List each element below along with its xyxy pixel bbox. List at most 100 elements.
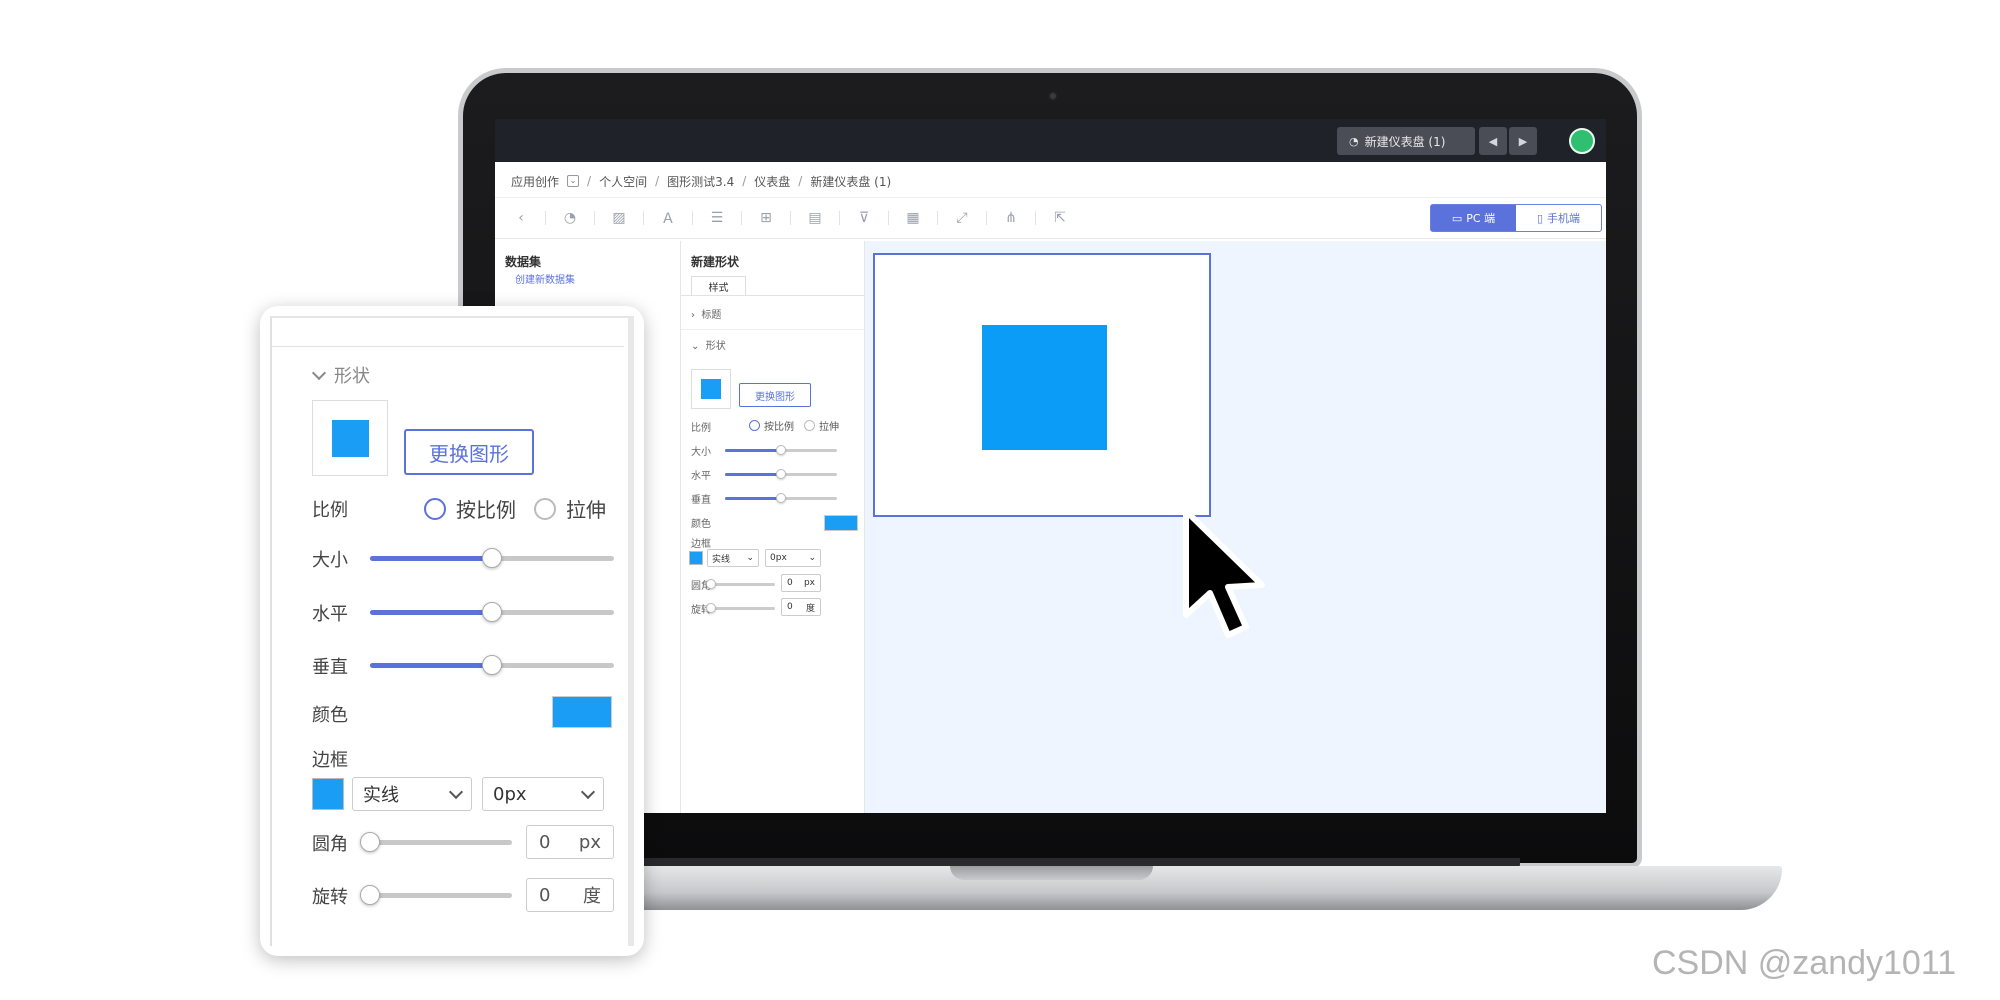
vertical-slider-handle[interactable] bbox=[482, 655, 502, 675]
border-color-swatch[interactable] bbox=[689, 551, 703, 565]
breadcrumb: 应用创作 ⌄ / 个人空间 / 图形测试3.4 / 仪表盘 / 新建仪表盘 (1… bbox=[511, 171, 891, 191]
shape-section-toggle[interactable]: ⌄ 形状 bbox=[691, 337, 726, 352]
component-icon[interactable]: ⊞ bbox=[756, 208, 776, 228]
shape-preview bbox=[312, 400, 388, 476]
rotate-value: 0 bbox=[787, 602, 793, 612]
table-icon[interactable]: ▦ bbox=[903, 208, 923, 228]
mouse-cursor-icon bbox=[1183, 508, 1265, 638]
size-slider-handle[interactable] bbox=[776, 445, 786, 455]
border-color-swatch[interactable] bbox=[312, 778, 344, 810]
radius-input[interactable]: 0 px bbox=[781, 574, 821, 592]
radio-proportional[interactable] bbox=[749, 420, 760, 431]
create-dataset-link[interactable]: 创建新数据集 bbox=[515, 271, 575, 286]
size-slider[interactable] bbox=[370, 548, 614, 568]
shape-section-label: 形状 bbox=[705, 341, 726, 352]
border-style-select[interactable]: 实线 ⌄ bbox=[707, 549, 759, 567]
back-icon[interactable]: ‹ bbox=[511, 208, 531, 228]
pc-mode-button[interactable]: ▭ PC 端 bbox=[1431, 205, 1516, 231]
horizontal-slider[interactable] bbox=[370, 602, 614, 622]
shape-section-label: 形状 bbox=[334, 366, 370, 387]
square-shape[interactable] bbox=[982, 325, 1107, 450]
chevron-down-icon bbox=[580, 784, 596, 799]
list-icon[interactable]: ☰ bbox=[707, 208, 727, 228]
change-shape-button[interactable]: 更换图形 bbox=[404, 429, 534, 475]
dashboard-tab[interactable]: ◔ 新建仪表盘 (1) bbox=[1337, 127, 1475, 155]
color-swatch[interactable] bbox=[552, 696, 612, 728]
fullscreen-icon[interactable]: ⤢ bbox=[952, 208, 972, 228]
radio-proportional-label: 按比例 bbox=[456, 498, 516, 522]
breadcrumb-separator: / bbox=[655, 174, 660, 188]
chevron-down-icon[interactable]: ⌄ bbox=[567, 175, 580, 187]
radio-proportional[interactable] bbox=[424, 497, 446, 520]
radius-slider-handle[interactable] bbox=[360, 832, 380, 852]
dashboard-tab-label: 新建仪表盘 (1) bbox=[1364, 134, 1446, 149]
avatar[interactable] bbox=[1569, 128, 1595, 154]
style-panel-title: 新建形状 bbox=[691, 255, 740, 269]
rotate-unit: 度 bbox=[805, 603, 815, 614]
watermark: CSDN @zandy1011 bbox=[1652, 944, 1957, 982]
vertical-slider-handle[interactable] bbox=[776, 493, 786, 503]
rotate-slider-handle[interactable] bbox=[706, 603, 716, 613]
color-swatch[interactable] bbox=[824, 515, 858, 531]
horizontal-slider-handle[interactable] bbox=[776, 469, 786, 479]
zoomed-style-panel: 形状 更换图形 比例 按比例 拉伸 大小 水平 垂直 颜色 边框 实线 0px … bbox=[260, 306, 644, 956]
next-tab-button[interactable]: ▶ bbox=[1509, 127, 1537, 155]
vertical-label: 垂直 bbox=[312, 657, 348, 678]
ratio-label: 比例 bbox=[312, 500, 348, 521]
breadcrumb-separator: / bbox=[798, 174, 803, 188]
color-label: 颜色 bbox=[691, 519, 711, 530]
shape-section-toggle[interactable]: 形状 bbox=[311, 362, 370, 388]
rotate-slider[interactable] bbox=[706, 603, 775, 613]
breadcrumb-project[interactable]: 图形测试3.4 bbox=[667, 173, 734, 190]
border-width-select[interactable]: 0px bbox=[482, 777, 604, 811]
share-icon[interactable]: ⋔ bbox=[1001, 208, 1021, 228]
border-width-select[interactable]: 0px ⌄ bbox=[765, 549, 821, 567]
breadcrumb-app[interactable]: 应用创作 bbox=[511, 173, 559, 190]
ratio-radio-group: 按比例 拉伸 bbox=[749, 418, 839, 433]
radio-stretch[interactable] bbox=[534, 497, 556, 520]
border-style-value: 实线 bbox=[363, 785, 399, 806]
rotate-slider[interactable] bbox=[360, 885, 512, 905]
radius-slider-handle[interactable] bbox=[706, 579, 716, 589]
rotate-input[interactable]: 0 度 bbox=[781, 598, 821, 616]
radius-value: 0 bbox=[787, 578, 793, 588]
radius-slider[interactable] bbox=[706, 579, 775, 589]
chart-add-icon[interactable]: ◔ bbox=[560, 208, 580, 228]
tab-style[interactable]: 样式 bbox=[691, 276, 746, 296]
breadcrumb-space[interactable]: 个人空间 bbox=[599, 173, 647, 190]
chevron-down-icon bbox=[311, 365, 327, 380]
rotate-slider-handle[interactable] bbox=[360, 885, 380, 905]
rotate-input[interactable]: 0 度 bbox=[526, 878, 614, 912]
size-slider-handle[interactable] bbox=[482, 548, 502, 568]
form-icon[interactable]: ▤ bbox=[805, 208, 825, 228]
export-icon[interactable]: ⇱ bbox=[1050, 208, 1070, 228]
vertical-slider[interactable] bbox=[370, 655, 614, 675]
radius-input[interactable]: 0 px bbox=[526, 825, 614, 859]
border-style-select[interactable]: 实线 bbox=[352, 777, 472, 811]
breadcrumb-separator: / bbox=[587, 174, 592, 188]
text-icon[interactable]: Ａ bbox=[658, 208, 678, 228]
prev-tab-button[interactable]: ◀ bbox=[1479, 127, 1507, 155]
horizontal-slider-handle[interactable] bbox=[482, 602, 502, 622]
radio-stretch[interactable] bbox=[804, 420, 815, 431]
size-slider-fill bbox=[725, 449, 781, 452]
horizontal-slider[interactable] bbox=[725, 469, 837, 479]
vertical-slider[interactable] bbox=[725, 493, 837, 503]
filter-icon[interactable]: ⊽ bbox=[854, 208, 874, 228]
shape-preview bbox=[691, 369, 731, 409]
ratio-radio-group: 按比例 拉伸 bbox=[424, 494, 606, 523]
breadcrumb-dashboards[interactable]: 仪表盘 bbox=[754, 173, 790, 190]
size-slider[interactable] bbox=[725, 445, 837, 455]
phone-icon: ▯ bbox=[1536, 211, 1544, 225]
change-shape-button[interactable]: 更换图形 bbox=[739, 383, 811, 407]
vertical-slider-fill bbox=[370, 663, 492, 668]
mobile-mode-button[interactable]: ▯ 手机端 bbox=[1516, 205, 1601, 231]
radius-slider[interactable] bbox=[360, 832, 512, 852]
image-icon[interactable]: ▨ bbox=[609, 208, 629, 228]
pc-mode-label: PC 端 bbox=[1466, 212, 1496, 225]
title-section-toggle[interactable]: › 标题 bbox=[691, 306, 721, 321]
rotate-value: 0 bbox=[539, 884, 551, 906]
square-shape bbox=[701, 379, 721, 399]
breadcrumb-current: 新建仪表盘 (1) bbox=[810, 174, 892, 189]
shape-component[interactable] bbox=[873, 253, 1211, 517]
